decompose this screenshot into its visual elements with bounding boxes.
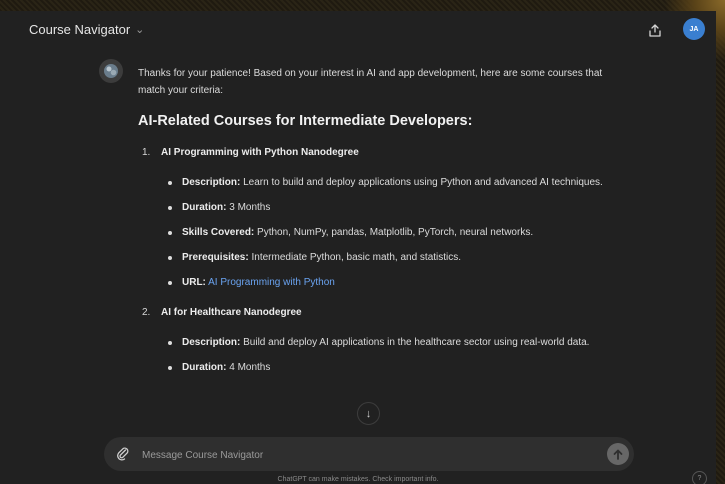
detail-label: Prerequisites:	[182, 252, 249, 263]
detail-value: Python, NumPy, pandas, Matplotlib, PyTor…	[257, 227, 534, 238]
detail-label: Description:	[182, 177, 241, 188]
assistant-message: Thanks for your patience! Based on your …	[138, 65, 608, 389]
detail-value: 3 Months	[229, 202, 271, 213]
course-title: AI for Healthcare Nanodegree	[161, 307, 302, 318]
share-icon	[649, 23, 661, 37]
detail-value: 4 Months	[229, 362, 271, 373]
detail-value: Build and deploy AI applications in the …	[243, 337, 590, 348]
course-details-list: Description: Learn to build and deploy a…	[138, 174, 608, 291]
scroll-to-bottom-button[interactable]: ↓	[357, 402, 380, 425]
message-intro: Thanks for your patience! Based on your …	[138, 68, 603, 96]
course-details-list: Description: Build and deploy AI applica…	[138, 334, 608, 376]
help-button[interactable]: ?	[692, 471, 707, 484]
detail-prerequisites: Prerequisites: Intermediate Python, basi…	[167, 249, 608, 266]
arrow-up-icon	[613, 449, 623, 460]
detail-description: Description: Build and deploy AI applica…	[167, 334, 608, 351]
message-input[interactable]	[140, 444, 584, 466]
user-avatar[interactable]: JA	[683, 18, 705, 40]
detail-label: Duration:	[182, 362, 227, 373]
send-button[interactable]	[607, 443, 629, 465]
detail-label: Description:	[182, 337, 241, 348]
detail-label: Skills Covered:	[182, 227, 255, 238]
course-number: 1.	[142, 147, 151, 158]
detail-skills: Skills Covered: Python, NumPy, pandas, M…	[167, 224, 608, 241]
course-link[interactable]: AI Programming with Python	[208, 277, 335, 288]
detail-duration: Duration: 3 Months	[167, 199, 608, 216]
message-heading: AI-Related Courses for Intermediate Deve…	[138, 113, 473, 129]
message-composer	[104, 437, 634, 471]
chevron-down-icon: ⌄	[135, 24, 145, 36]
detail-value: Learn to build and deploy applications u…	[243, 177, 603, 188]
paperclip-icon[interactable]	[116, 446, 130, 462]
share-button[interactable]	[644, 19, 666, 41]
disclaimer-text: ChatGPT can make mistakes. Check importa…	[277, 476, 439, 483]
detail-value: Intermediate Python, basic math, and sta…	[251, 252, 462, 263]
chat-window: Course Navigator ⌄ JA Thanks for your pa…	[0, 11, 716, 484]
model-selector[interactable]: Course Navigator ⌄	[29, 22, 144, 37]
course-number: 2.	[142, 307, 151, 318]
course-item: 1. AI Programming with Python Nanodegree	[142, 144, 608, 161]
course-item: 2. AI for Healthcare Nanodegree	[142, 304, 608, 321]
detail-label: Duration:	[182, 202, 227, 213]
assistant-avatar	[99, 59, 123, 83]
assistant-logo-icon	[104, 64, 118, 78]
top-bar: Course Navigator ⌄ JA	[0, 11, 716, 51]
app-title-text: Course Navigator	[29, 22, 131, 37]
course-title: AI Programming with Python Nanodegree	[161, 147, 359, 158]
detail-duration: Duration: 4 Months	[167, 359, 608, 376]
detail-url: URL: AI Programming with Python	[167, 274, 608, 291]
arrow-down-icon: ↓	[365, 407, 372, 420]
detail-description: Description: Learn to build and deploy a…	[167, 174, 608, 191]
detail-label: URL:	[182, 277, 206, 288]
